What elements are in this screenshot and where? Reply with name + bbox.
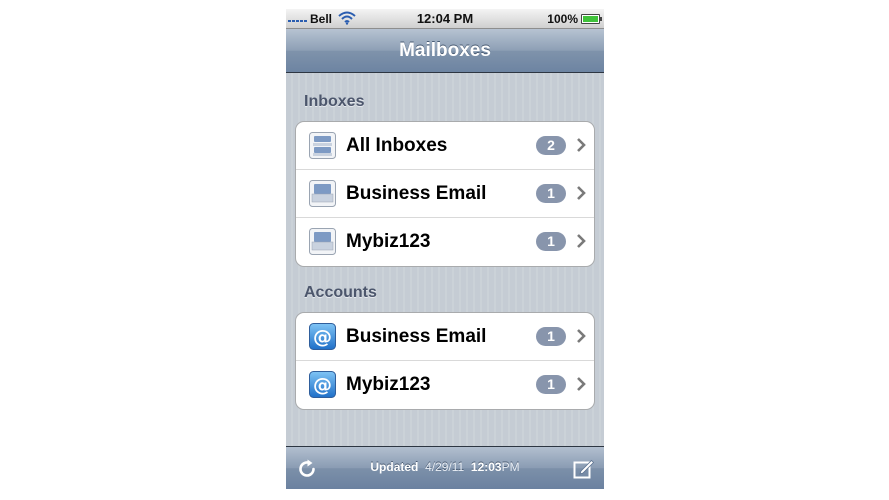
updated-label: Updated	[370, 460, 419, 474]
last-updated-status: Updated 4/29/11 12:03PM	[286, 460, 604, 474]
svg-text:@: @	[313, 326, 332, 348]
compose-icon[interactable]	[572, 457, 596, 481]
updated-ampm: PM	[501, 460, 520, 474]
svg-text:@: @	[313, 374, 332, 396]
mailbox-label: All Inboxes	[346, 135, 448, 156]
at-sign-icon: @	[309, 371, 336, 398]
unread-count-badge: 2	[536, 136, 566, 155]
unread-count-badge: 1	[536, 232, 566, 251]
updated-time: 12:03	[470, 460, 502, 474]
account-row-business-email[interactable]: @ Business Email 1	[296, 313, 594, 361]
inboxes-list: All Inboxes 2 Business Email 1 Mybiz123 …	[295, 121, 595, 267]
section-header-inboxes: Inboxes	[304, 93, 365, 110]
unread-count-badge: 1	[536, 327, 566, 346]
stacked-inbox-icon	[309, 132, 336, 159]
unread-count-badge: 1	[536, 184, 566, 203]
navigation-bar: Mailboxes	[286, 29, 604, 73]
inbox-icon	[309, 228, 336, 255]
chevron-right-icon	[577, 138, 586, 152]
mailbox-label: Mybiz123	[346, 231, 431, 252]
unread-count-badge: 1	[536, 375, 566, 394]
account-label: Business Email	[346, 326, 487, 347]
updated-date: 4/29/11	[425, 460, 465, 474]
mailbox-row-mybiz123[interactable]: Mybiz123 1	[296, 218, 594, 266]
section-header-accounts: Accounts	[304, 284, 377, 301]
bottom-toolbar: Updated 4/29/11 12:03PM	[286, 446, 604, 489]
mailbox-label: Business Email	[346, 183, 487, 204]
battery-icon	[581, 14, 602, 24]
at-sign-icon: @	[309, 323, 336, 350]
chevron-right-icon	[577, 234, 586, 248]
battery-percentage: 100%	[547, 12, 578, 26]
mailbox-row-business-email[interactable]: Business Email 1	[296, 170, 594, 218]
mailbox-row-all-inboxes[interactable]: All Inboxes 2	[296, 122, 594, 170]
chevron-right-icon	[577, 377, 586, 391]
account-label: Mybiz123	[346, 374, 431, 395]
chevron-right-icon	[577, 329, 586, 343]
page-title: Mailboxes	[399, 40, 491, 61]
accounts-list: @ Business Email 1 @ Mybiz123 1	[295, 312, 595, 410]
account-row-mybiz123[interactable]: @ Mybiz123 1	[296, 361, 594, 409]
inbox-icon	[309, 180, 336, 207]
iphone-screen: Bell 12:04 PM 100% Mailboxes Inboxes All	[286, 9, 604, 489]
status-bar: Bell 12:04 PM 100%	[286, 9, 604, 29]
chevron-right-icon	[577, 186, 586, 200]
